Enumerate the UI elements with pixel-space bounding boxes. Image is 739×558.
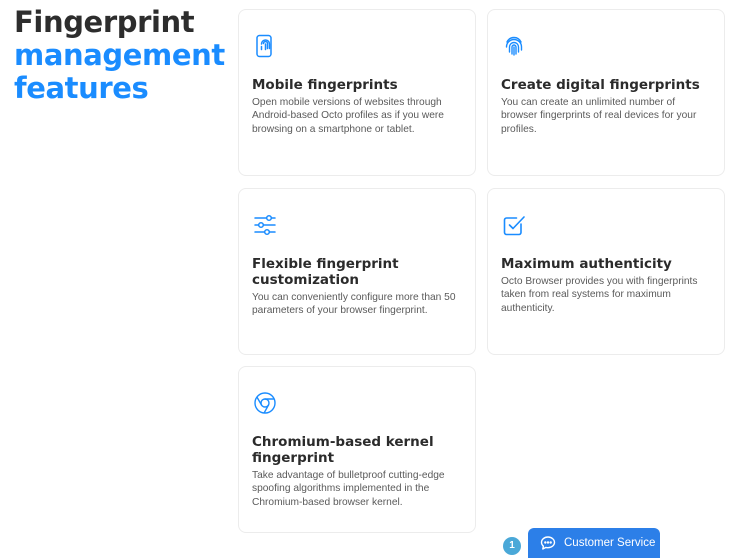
feature-card-flexible-customization: Flexible fingerprint customization You c… bbox=[238, 188, 476, 355]
feature-title: Create digital fingerprints bbox=[501, 77, 700, 93]
feature-description: Open mobile versions of websites through… bbox=[252, 97, 444, 135]
customer-service-button[interactable]: Customer Service bbox=[528, 528, 660, 558]
feature-description: You can create an unlimited number of br… bbox=[501, 97, 697, 135]
feature-card-chromium-kernel: Chromium-based kernel fingerprint Take a… bbox=[238, 366, 476, 533]
mobile-fingerprint-icon bbox=[252, 33, 278, 59]
feature-description: You can conveniently configure more than… bbox=[252, 292, 456, 317]
sliders-icon bbox=[252, 212, 278, 238]
heading-line-1: Fingerprint bbox=[14, 5, 195, 39]
chat-icon bbox=[540, 535, 556, 551]
feature-title: Flexible fingerprint customization bbox=[252, 256, 399, 288]
feature-card-mobile-fingerprints: Mobile fingerprints Open mobile versions… bbox=[238, 9, 476, 176]
page-heading: Fingerprint management features bbox=[14, 6, 229, 105]
feature-description: Take advantage of bulletproof cutting-ed… bbox=[252, 470, 445, 508]
chromium-icon bbox=[252, 390, 278, 416]
heading-line-3: features bbox=[14, 71, 149, 105]
fingerprint-icon bbox=[501, 33, 527, 59]
notification-badge[interactable]: 1 bbox=[503, 537, 521, 555]
feature-card-maximum-authenticity: Maximum authenticity Octo Browser provid… bbox=[487, 188, 725, 355]
feature-card-create-digital-fingerprints: Create digital fingerprints You can crea… bbox=[487, 9, 725, 176]
feature-title: Maximum authenticity bbox=[501, 256, 672, 272]
heading-line-2: management bbox=[14, 38, 225, 72]
feature-title: Chromium-based kernel fingerprint bbox=[252, 434, 434, 466]
feature-title: Mobile fingerprints bbox=[252, 77, 398, 93]
feature-description: Octo Browser provides you with fingerpri… bbox=[501, 276, 698, 314]
checkbox-icon bbox=[501, 212, 527, 238]
customer-service-label: Customer Service bbox=[564, 537, 656, 549]
